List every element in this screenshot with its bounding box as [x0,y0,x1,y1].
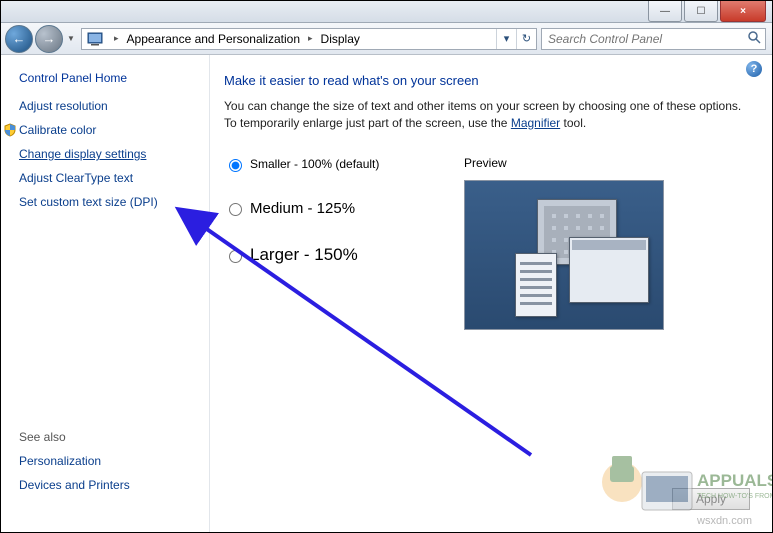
radio-column: Smaller - 100% (default) Medium - 125% L… [224,156,464,330]
forward-button[interactable]: → [35,25,63,53]
maximize-button[interactable]: ☐ [684,1,718,22]
breadcrumb-segment-1[interactable]: Appearance and Personalization [125,29,302,49]
window-titlebar: — ☐ × [1,1,772,23]
main-panel: ? Make it easier to read what's on your … [209,55,772,532]
radio-medium[interactable]: Medium - 125% [224,200,464,217]
size-options-row: Smaller - 100% (default) Medium - 125% L… [224,156,750,330]
content-area: Control Panel Home Adjust resolution Cal… [1,55,772,532]
minimize-button[interactable]: — [648,1,682,22]
desc-text-post: tool. [560,116,586,130]
nav-toolbar: ← → ▼ ▸ Appearance and Personalization ▸… [1,23,772,55]
radio-larger-label: Larger - 150% [250,245,358,265]
apply-row: Apply [224,488,750,516]
sidebar-item-label: Calibrate color [19,123,96,137]
sidebar-link-adjust-resolution[interactable]: Adjust resolution [19,99,199,113]
shield-icon [3,123,17,137]
page-description: You can change the size of text and othe… [224,98,750,132]
preview-image [464,180,664,330]
radio-smaller[interactable]: Smaller - 100% (default) [224,156,464,172]
search-box[interactable] [541,28,766,50]
control-panel-icon [86,31,104,47]
sidebar: Control Panel Home Adjust resolution Cal… [1,55,209,532]
radio-medium-label: Medium - 125% [250,200,355,217]
page-title: Make it easier to read what's on your sc… [224,73,750,88]
preview-label: Preview [464,156,750,170]
radio-larger[interactable]: Larger - 150% [224,245,464,265]
help-icon[interactable]: ? [746,61,762,77]
control-panel-home-link[interactable]: Control Panel Home [19,71,199,85]
preview-column: Preview [464,156,750,330]
breadcrumb-segment-2[interactable]: Display [319,29,362,49]
see-also-section: See also Personalization Devices and Pri… [19,430,199,522]
radio-smaller-input[interactable] [229,159,242,172]
search-icon [748,31,761,47]
radio-larger-input[interactable] [229,250,242,263]
refresh-button[interactable]: ↻ [516,29,536,49]
close-button[interactable]: × [720,1,766,22]
magnifier-link[interactable]: Magnifier [511,116,560,130]
chevron-right-icon: ▸ [302,33,319,44]
address-bar[interactable]: ▸ Appearance and Personalization ▸ Displ… [81,28,537,50]
chevron-right-icon: ▸ [108,33,125,44]
desc-text-pre: You can change the size of text and othe… [224,99,741,130]
back-button[interactable]: ← [5,25,33,53]
seealso-personalization[interactable]: Personalization [19,454,199,468]
sidebar-link-custom-text-size[interactable]: Set custom text size (DPI) [19,195,199,209]
radio-smaller-label: Smaller - 100% (default) [250,157,379,171]
sidebar-link-change-display-settings[interactable]: Change display settings [19,147,199,161]
search-input[interactable] [546,31,761,47]
seealso-devices-printers[interactable]: Devices and Printers [19,478,199,492]
radio-medium-input[interactable] [229,203,242,216]
address-dropdown-icon[interactable]: ▾ [496,29,516,49]
nav-history-dropdown[interactable]: ▼ [65,30,77,48]
apply-button[interactable]: Apply [672,488,750,510]
sidebar-link-calibrate-color[interactable]: Calibrate color [19,123,199,137]
see-also-heading: See also [19,430,199,444]
sidebar-link-adjust-cleartype[interactable]: Adjust ClearType text [19,171,199,185]
